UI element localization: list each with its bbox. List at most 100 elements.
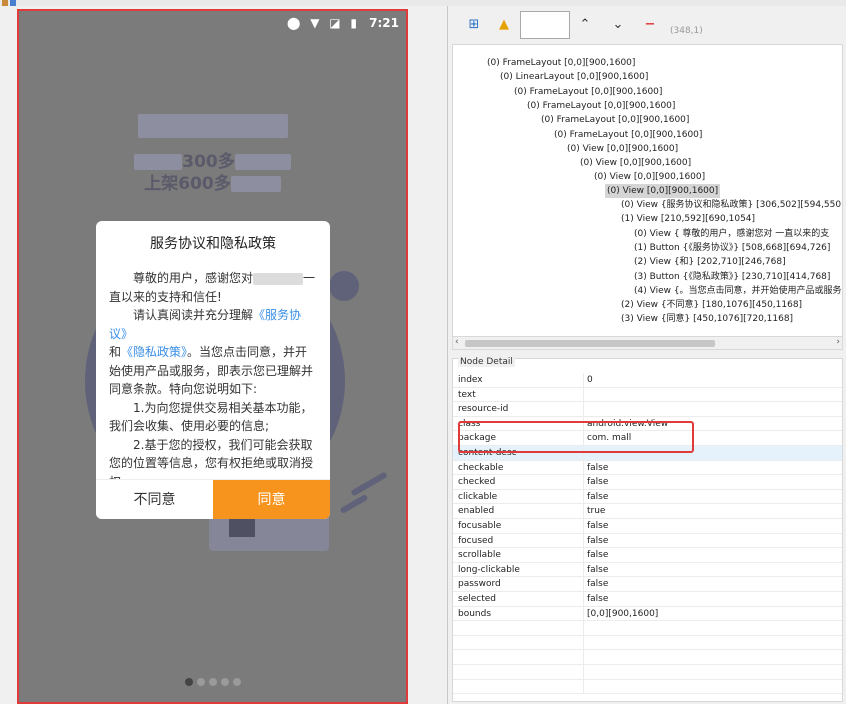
expand-all-icon[interactable]: ⊞ — [463, 14, 485, 36]
dialog-title: 服务协议和隐私政策 — [150, 236, 276, 252]
column-separator — [583, 489, 584, 504]
blurred-app-name — [253, 272, 304, 285]
detail-value: false — [587, 535, 609, 546]
column-separator — [583, 475, 584, 489]
dialog-item-1: 1.为向您提供交易相关基本功能，我们会收集、使用必要的信息; — [109, 400, 313, 434]
detail-row-password[interactable]: password false — [453, 577, 842, 592]
dialog-buttons: 不同意 同意 — [96, 479, 330, 519]
tree-node[interactable]: (0) View { 尊敬的用户，感谢您对 一直以来的支 — [634, 227, 829, 241]
para2-a: 请认真阅读并充分理解 — [133, 308, 254, 322]
detail-row-resource-id[interactable]: resource-id — [453, 402, 842, 417]
detail-row-empty — [453, 679, 842, 695]
toolbar: ⊞ ▲ ⌃ ⌄ − (348,1) — [449, 6, 846, 44]
column-separator — [583, 402, 584, 416]
tree-node[interactable]: (1) Button {《服务协议》} [508,668][694,726] — [634, 241, 830, 255]
node-detail-panel: Node Detail index 0 text resource-id clas… — [452, 357, 843, 702]
and-text: 和 — [109, 345, 122, 359]
tree-node[interactable]: (0) LinearLayout [0,0][900,1600] — [500, 70, 648, 84]
device-screen[interactable]: ⬤ ▼ ◪ ▮ 7:21 300多 上架600多 服务协议和隐私政策 尊敬的用户… — [17, 9, 408, 704]
detail-row-focusable[interactable]: focusable false — [453, 519, 842, 534]
privacy-policy-link[interactable]: 《隐私政策》 — [121, 345, 187, 359]
privacy-dialog: 服务协议和隐私政策 尊敬的用户，感谢您对 一直以来的支持和信任! 请认真阅读并充分… — [96, 221, 330, 519]
detail-key: long-clickable — [458, 564, 520, 575]
column-separator — [583, 650, 584, 664]
detail-key: selected — [458, 594, 496, 604]
column-separator — [583, 548, 584, 562]
horizontal-scrollbar[interactable]: ‹ › — [452, 336, 843, 350]
clear-icon[interactable]: − — [639, 14, 661, 36]
column-separator — [583, 665, 584, 679]
bg-line-3: 上架600多 — [19, 169, 406, 194]
column-separator — [583, 519, 584, 533]
scroll-right-icon[interactable]: › — [836, 337, 840, 347]
inspector-panel: ⊞ ▲ ⌃ ⌄ − (348,1) (0) FrameLayout [0,0][… — [449, 6, 846, 704]
search-input[interactable] — [520, 11, 570, 39]
detail-row-selected[interactable]: selected false — [453, 592, 842, 607]
detail-key: password — [458, 579, 501, 590]
tree-node[interactable]: (4) View {。当您点击同意，并开始使用产品或服务，即 — [634, 284, 842, 298]
tree-node[interactable]: (0) View [0,0][900,1600] — [580, 156, 691, 170]
detail-row-clickable[interactable]: clickable false — [453, 489, 842, 505]
tree-node[interactable]: (0) FrameLayout [0,0][900,1600] — [514, 85, 662, 99]
pager-dot — [220, 678, 229, 686]
tree-node[interactable]: (0) View [0,0][900,1600] — [594, 170, 705, 184]
para1-a: 尊敬的用户，感谢您对 — [133, 271, 254, 285]
pager-dot — [196, 678, 205, 686]
tree-node[interactable]: (1) View [210,592][690,1054] — [621, 212, 755, 226]
tree-node[interactable]: (0) FrameLayout [0,0][900,1600] — [527, 99, 675, 113]
tree-node[interactable]: (3) View {同意} [450,1076][720,1168] — [621, 312, 793, 326]
detail-row-scrollable[interactable]: scrollable false — [453, 548, 842, 563]
bg-illustration-dot — [329, 271, 359, 301]
agree-button[interactable]: 同意 — [213, 480, 330, 519]
tree-node[interactable]: (0) FrameLayout [0,0][900,1600] — [554, 128, 702, 142]
detail-value: false — [587, 564, 609, 575]
detail-value: false — [587, 491, 609, 502]
disagree-button[interactable]: 不同意 — [96, 480, 213, 519]
bg-illustration-dash — [350, 471, 388, 497]
blurred-text — [234, 154, 291, 170]
tree-node-selected[interactable]: (0) View [0,0][900,1600] — [605, 184, 721, 198]
column-separator — [583, 635, 584, 650]
hierarchy-tree[interactable]: (0) FrameLayout [0,0][900,1600] (0) Line… — [452, 44, 843, 350]
tree-node[interactable]: (0) View {服务协议和隐私政策} [306,502][594,550] — [621, 198, 842, 212]
status-icons: ⬤ ▼ ◪ ▮ — [286, 16, 360, 30]
detail-row-enabled[interactable]: enabled true — [453, 504, 842, 519]
detail-row-bounds[interactable]: bounds [0,0][900,1600] — [453, 606, 842, 622]
chevron-down-icon[interactable]: ⌄ — [607, 14, 629, 36]
warning-icon[interactable]: ▲ — [493, 14, 515, 36]
tree-node[interactable]: (0) FrameLayout [0,0][900,1600] — [487, 56, 635, 70]
tree-node[interactable]: (2) View {和} [202,710][246,768] — [634, 255, 786, 269]
column-separator — [583, 460, 584, 475]
tree-node[interactable]: (0) FrameLayout [0,0][900,1600] — [541, 113, 689, 127]
detail-row-checkable[interactable]: checkable false — [453, 460, 842, 476]
scrollbar-thumb[interactable] — [465, 340, 715, 347]
node-detail-title: Node Detail — [458, 357, 515, 367]
column-separator — [583, 606, 584, 621]
detail-value: 0 — [587, 375, 593, 385]
tree-node[interactable]: (3) Button {《隐私政策》} [230,710][414,768] — [634, 270, 830, 284]
detail-row-empty — [453, 621, 842, 636]
detail-row-long-clickable[interactable]: long-clickable false — [453, 562, 842, 578]
column-separator — [583, 504, 584, 518]
status-bar: ⬤ ▼ ◪ ▮ 7:21 — [19, 11, 406, 37]
chevron-up-icon[interactable]: ⌃ — [574, 14, 596, 36]
detail-row-text[interactable]: text — [453, 387, 842, 403]
detail-key: checkable — [458, 462, 504, 473]
detail-row-index[interactable]: index 0 — [453, 373, 842, 388]
detail-value: false — [587, 477, 609, 488]
column-separator — [583, 387, 584, 402]
column-separator — [583, 562, 584, 577]
detail-value: false — [587, 579, 609, 590]
detail-key: clickable — [458, 491, 498, 502]
column-separator — [583, 373, 584, 387]
dialog-body: 尊敬的用户，感谢您对 一直以来的支持和信任! 请认真阅读并充分理解《服务协议》 和… — [109, 269, 319, 491]
detail-row-checked[interactable]: checked false — [453, 475, 842, 490]
scroll-left-icon[interactable]: ‹ — [455, 337, 459, 347]
tree-node[interactable]: (0) View [0,0][900,1600] — [567, 142, 678, 156]
column-separator — [583, 577, 584, 591]
detail-row-focused[interactable]: focused false — [453, 533, 842, 549]
dialog-para-2b: 和《隐私政策》。当您点击同意，并开始使用产品或服务，即表示您已理解并同意条款。特… — [109, 343, 319, 399]
detail-value: true — [587, 506, 606, 517]
tree-node[interactable]: (2) View {不同意} [180,1076][450,1168] — [621, 298, 802, 312]
pager-dot — [232, 678, 241, 686]
